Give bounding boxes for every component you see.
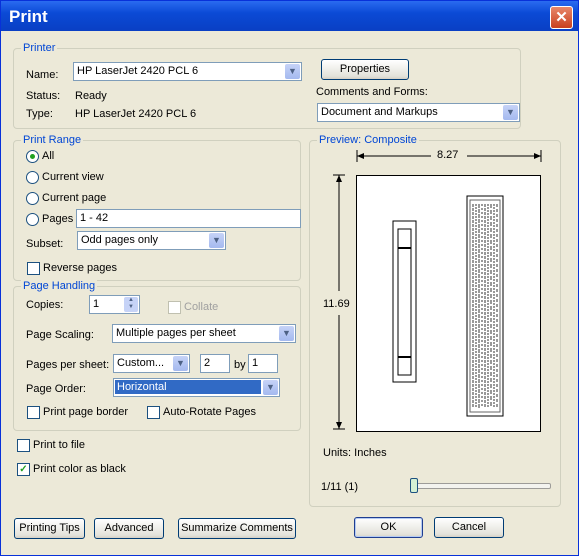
preview-legend: Preview: Composite (317, 134, 419, 146)
page-scaling-label: Page Scaling: (26, 329, 94, 341)
comments-forms-label: Comments and Forms: (316, 86, 428, 98)
radio-current-view-label[interactable]: Current view (42, 171, 104, 183)
reverse-pages-checkbox[interactable] (27, 262, 40, 275)
copies-input[interactable]: 1 ▲ ▼ (89, 295, 140, 314)
spinner-arrows-icon[interactable]: ▲ ▼ (124, 297, 138, 312)
chevron-down-icon[interactable]: ▼ (209, 233, 224, 248)
dialog-title: Print (9, 7, 48, 26)
printing-tips-button[interactable]: Printing Tips (14, 518, 85, 539)
print-color-as-black-checkbox[interactable]: ✓ (17, 463, 30, 476)
page-order-value: Horizontal (115, 380, 261, 394)
comments-forms-value: Document and Markups (321, 106, 438, 118)
comments-forms-select[interactable]: Document and Markups ▼ (317, 103, 520, 122)
ok-button[interactable]: OK (354, 517, 423, 538)
collate-label[interactable]: Collate (184, 301, 218, 313)
status-value: Ready (75, 90, 107, 102)
units-label: Units: Inches (323, 447, 387, 459)
name-label: Name: (26, 69, 59, 81)
pages-per-sheet-x-input[interactable]: 2 (200, 354, 230, 373)
page-handling-legend: Page Handling (21, 280, 98, 292)
preview-page (356, 175, 541, 432)
type-label: Type: (26, 108, 53, 120)
page-scaling-select[interactable]: Multiple pages per sheet ▼ (112, 324, 296, 343)
pages-per-sheet-label: Pages per sheet: (26, 359, 110, 371)
page-indicator: 1/11 (1) (321, 481, 359, 493)
status-label: Status: (26, 90, 61, 102)
print-range-legend: Print Range (21, 134, 84, 146)
print-page-border-checkbox[interactable] (27, 406, 40, 419)
radio-all-label[interactable]: All (42, 150, 54, 162)
pages-input[interactable]: 1 - 42 (76, 209, 301, 228)
print-color-as-black-label[interactable]: Print color as black (33, 463, 126, 475)
printer-name-value: HP LaserJet 2420 PCL 6 (77, 65, 199, 77)
radio-pages-label[interactable]: Pages (42, 213, 73, 225)
preview-thumbnail-svg (392, 195, 504, 417)
chevron-down-icon[interactable]: ▼ (279, 326, 294, 341)
properties-button[interactable]: Properties (321, 59, 409, 80)
print-to-file-checkbox[interactable] (17, 439, 30, 452)
subset-value: Odd pages only (81, 234, 159, 246)
preview-width-label: 8.27 (437, 149, 459, 161)
radio-all[interactable] (26, 150, 39, 163)
copies-label: Copies: (26, 299, 64, 311)
chevron-down-icon[interactable]: ▼ (263, 380, 278, 395)
preview-height-label: 11.69 (323, 298, 350, 310)
advanced-button[interactable]: Advanced (94, 518, 164, 539)
preview-page-slider[interactable] (411, 483, 551, 489)
type-value: HP LaserJet 2420 PCL 6 (75, 108, 197, 120)
chevron-down-icon[interactable]: ▼ (285, 64, 300, 79)
page-order-select[interactable]: Horizontal ▼ (113, 378, 280, 397)
print-to-file-label[interactable]: Print to file (33, 439, 85, 451)
copies-value: 1 (93, 298, 100, 310)
page-order-label: Page Order: (26, 383, 86, 395)
printer-name-select[interactable]: HP LaserJet 2420 PCL 6 ▼ (73, 62, 302, 81)
pages-per-sheet-y-input[interactable]: 1 (248, 354, 278, 373)
page-scaling-value: Multiple pages per sheet (116, 327, 236, 339)
pages-per-sheet-value: Custom... (117, 357, 165, 369)
summarize-comments-button[interactable]: Summarize Comments (178, 518, 296, 539)
radio-current-page[interactable] (26, 192, 39, 205)
pages-per-sheet-select[interactable]: Custom... ▼ (113, 354, 190, 373)
reverse-pages-label[interactable]: Reverse pages (43, 262, 117, 274)
chevron-down-icon[interactable]: ▼ (173, 356, 188, 371)
slider-thumb[interactable] (410, 478, 418, 493)
subset-label: Subset: (26, 238, 64, 250)
subset-select[interactable]: Odd pages only ▼ (77, 231, 226, 250)
auto-rotate-checkbox[interactable] (147, 406, 160, 419)
by-label: by (234, 359, 246, 371)
cancel-button[interactable]: Cancel (434, 517, 504, 538)
close-icon[interactable]: ✕ (550, 6, 573, 29)
print-page-border-label[interactable]: Print page border (43, 406, 128, 418)
radio-pages[interactable] (26, 213, 39, 226)
auto-rotate-label[interactable]: Auto-Rotate Pages (163, 406, 256, 418)
printer-legend: Printer (21, 42, 58, 54)
print-dialog: Print ✕ Printer Name: HP LaserJet 2420 P… (0, 0, 579, 556)
collate-checkbox[interactable] (168, 301, 181, 314)
chevron-down-icon[interactable]: ▼ (503, 105, 518, 120)
radio-current-page-label[interactable]: Current page (42, 192, 106, 204)
radio-current-view[interactable] (26, 171, 39, 184)
title-bar[interactable]: Print ✕ (1, 1, 578, 31)
